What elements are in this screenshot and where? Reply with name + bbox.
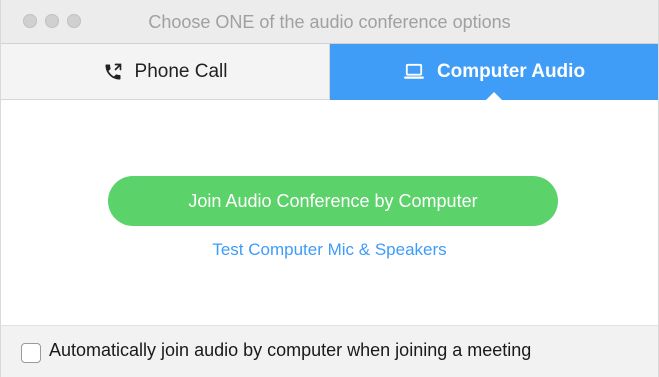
tab-phone-call[interactable]: Phone Call: [1, 44, 330, 100]
test-mic-speakers-link[interactable]: Test Computer Mic & Speakers: [1, 240, 658, 260]
tab-phone-call-label: Phone Call: [134, 60, 228, 82]
auto-join-checkbox[interactable]: [21, 343, 41, 363]
audio-mode-tabs: Phone Call Computer Audio: [1, 44, 658, 101]
laptop-icon: [403, 63, 425, 81]
auto-join-label[interactable]: Automatically join audio by computer whe…: [49, 340, 531, 361]
join-audio-button[interactable]: Join Audio Conference by Computer: [108, 176, 558, 226]
tab-computer-audio[interactable]: Computer Audio: [330, 44, 658, 101]
computer-audio-panel: Join Audio Conference by Computer Test C…: [1, 100, 658, 325]
audio-options-window: Choose ONE of the audio conference optio…: [0, 0, 659, 377]
title-bar: Choose ONE of the audio conference optio…: [1, 0, 658, 44]
window-title: Choose ONE of the audio conference optio…: [148, 12, 511, 32]
phone-icon: [103, 62, 123, 82]
tab-computer-audio-label: Computer Audio: [436, 61, 586, 82]
footer-bar: Automatically join audio by computer whe…: [1, 325, 658, 377]
